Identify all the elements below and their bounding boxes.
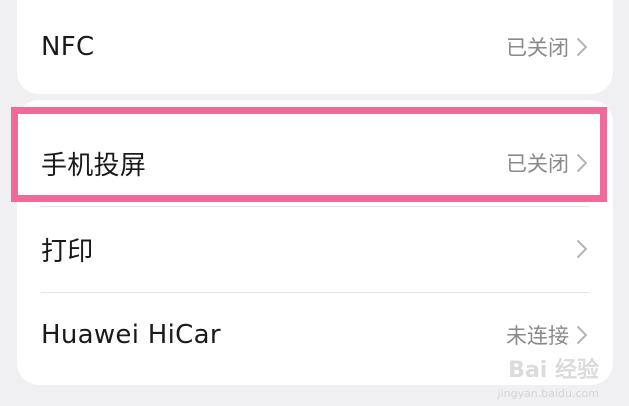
nfc-right: 已关闭: [506, 32, 589, 62]
nfc-status: 已关闭: [506, 36, 569, 60]
hicar-right: 未连接: [506, 320, 589, 350]
settings-row-nfc[interactable]: NFC 已关闭: [17, 0, 613, 94]
watermark-url: jingyan.baidu.com: [497, 387, 599, 400]
settings-card-bottom: 手机投屏 已关闭 打印 Huawei HiCar 未连接: [17, 100, 613, 385]
hicar-status: 未连接: [506, 324, 569, 348]
settings-row-screen-cast[interactable]: 手机投屏 已关闭: [17, 113, 613, 213]
nfc-label: NFC: [41, 32, 95, 62]
chevron-right-icon: [577, 154, 587, 172]
screen-cast-right: 已关闭: [506, 148, 589, 178]
hicar-label: Huawei HiCar: [41, 320, 221, 350]
watermark-logo: Bai 经验: [508, 358, 599, 383]
print-label: 打印: [41, 236, 94, 267]
print-right: [569, 238, 589, 260]
screen-cast-label: 手机投屏: [41, 150, 147, 181]
chevron-right-icon: [577, 38, 587, 56]
settings-card-top: NFC 已关闭: [17, 0, 613, 94]
chevron-right-icon: [577, 240, 587, 258]
settings-row-print[interactable]: 打印: [17, 206, 613, 292]
screen-cast-status: 已关闭: [506, 152, 569, 176]
chevron-right-icon: [577, 326, 587, 344]
